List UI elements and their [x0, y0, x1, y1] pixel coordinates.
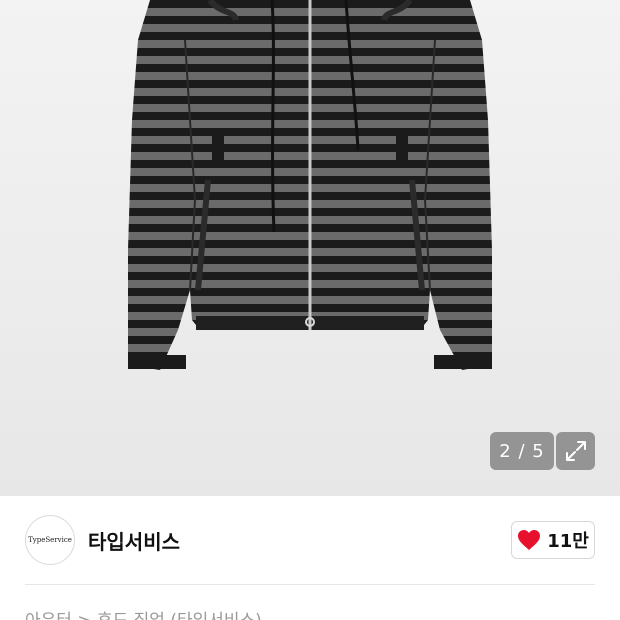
like-button[interactable]: 11만: [511, 521, 595, 559]
store-name[interactable]: 타입서비스: [88, 526, 180, 555]
like-count: 11만: [547, 531, 589, 552]
expand-image-button[interactable]: [556, 432, 595, 470]
image-counter: 2 / 5: [490, 432, 554, 470]
image-counter-total: 5: [532, 440, 545, 462]
product-image-gallery[interactable]: 2 / 5: [0, 0, 620, 496]
divider: [25, 584, 595, 585]
expand-arrows-icon: [565, 441, 586, 461]
store-logo-text: TypeService: [28, 536, 72, 544]
store-logo[interactable]: TypeService: [25, 515, 75, 565]
image-counter-current: 2: [499, 440, 512, 462]
image-counter-separator: /: [511, 440, 533, 462]
breadcrumb[interactable]: 아우터 > 후드 집업 (타입서비스): [25, 606, 262, 620]
heart-icon: [518, 530, 541, 550]
store-info-row: TypeService 타입서비스 11만: [0, 496, 620, 586]
product-image: [128, 0, 492, 370]
